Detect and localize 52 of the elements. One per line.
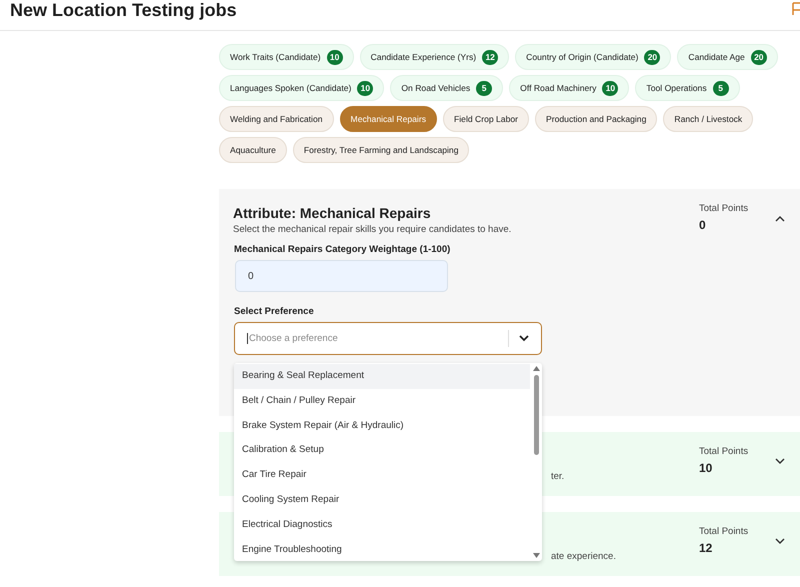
count-badge: 10: [602, 80, 618, 96]
count-badge: 10: [357, 80, 374, 96]
field-label: Mechanical Repairs Category Weightage (1-100): [234, 244, 450, 255]
option-item[interactable]: Electrical Diagnostics: [234, 512, 530, 538]
attribute-chip[interactable]: Tool Operations 5: [635, 75, 740, 101]
chevron-down-icon[interactable]: [775, 538, 785, 545]
option-item[interactable]: Bearing & Seal Replacement: [234, 364, 530, 389]
panel-title: Attribute: Mechanical Repairs: [233, 205, 431, 221]
option-item[interactable]: Engine Troubleshooting: [234, 538, 530, 561]
option-item[interactable]: Belt / Chain / Pulley Repair: [234, 388, 530, 414]
scroll-down-icon[interactable]: [532, 553, 540, 558]
attribute-chip[interactable]: On Road Vehicles 5: [390, 75, 504, 101]
category-chip[interactable]: Field Crop Labor: [443, 106, 530, 132]
count-badge: 5: [476, 80, 492, 96]
total-points-value: 10: [699, 461, 714, 475]
preference-select[interactable]: Choose a preference: [234, 322, 542, 355]
category-chip[interactable]: Production and Packaging: [535, 106, 658, 132]
total-points-value: 0: [699, 218, 707, 232]
field-label: Select Preference: [234, 306, 314, 317]
option-item[interactable]: Car Tire Repair: [234, 463, 530, 488]
category-chip[interactable]: Aquaculture: [219, 137, 287, 163]
total-points-label: Total Points: [699, 203, 750, 214]
scroll-up-icon[interactable]: [532, 366, 540, 371]
panel-description: Select the mechanical repair skills you require candidates to have.: [233, 224, 512, 235]
category-chip[interactable]: Mechanical Repairs: [340, 106, 437, 132]
option-item[interactable]: Cooling System Repair: [234, 488, 530, 513]
total-points-label: Total Points: [699, 446, 750, 457]
count-badge: 12: [482, 50, 498, 64]
total-points-value: 12: [699, 541, 714, 555]
attribute-chip[interactable]: Off Road Machinery 10: [509, 75, 630, 101]
attribute-chip[interactable]: Languages Spoken (Candidate) 10: [219, 75, 384, 101]
category-chip[interactable]: Forestry, Tree Farming and Landscaping: [292, 137, 470, 163]
count-badge: 5: [712, 80, 729, 96]
total-points-label: Total Points: [699, 526, 750, 537]
option-item[interactable]: Calibration & Setup: [234, 438, 530, 464]
attribute-chip[interactable]: Country of Origin (Candidate) 20: [515, 44, 672, 70]
chevron-up-icon[interactable]: [775, 215, 785, 222]
count-badge: 20: [644, 50, 660, 64]
panel-description: ate experience.: [551, 551, 616, 562]
page-title: New Location Testing jobs: [10, 0, 237, 20]
option-item[interactable]: Brake System Repair (Air & Hydraulic): [234, 414, 530, 438]
category-chip[interactable]: Welding and Fabrication: [219, 106, 334, 132]
category-chip[interactable]: Ranch / Livestock: [663, 106, 754, 132]
chevron-down-icon[interactable]: [775, 458, 785, 465]
weightage-field[interactable]: 0: [235, 260, 448, 292]
attribute-chip[interactable]: Work Traits (Candidate) 10: [219, 44, 354, 70]
attribute-chip[interactable]: Candidate Age 20: [677, 44, 778, 70]
count-badge: 20: [750, 50, 767, 64]
attribute-chip[interactable]: Candidate Experience (Yrs) 12: [360, 44, 510, 70]
panel-description: ter.: [551, 471, 564, 482]
count-badge: 10: [326, 50, 343, 64]
chevron-down-icon: [519, 335, 529, 342]
